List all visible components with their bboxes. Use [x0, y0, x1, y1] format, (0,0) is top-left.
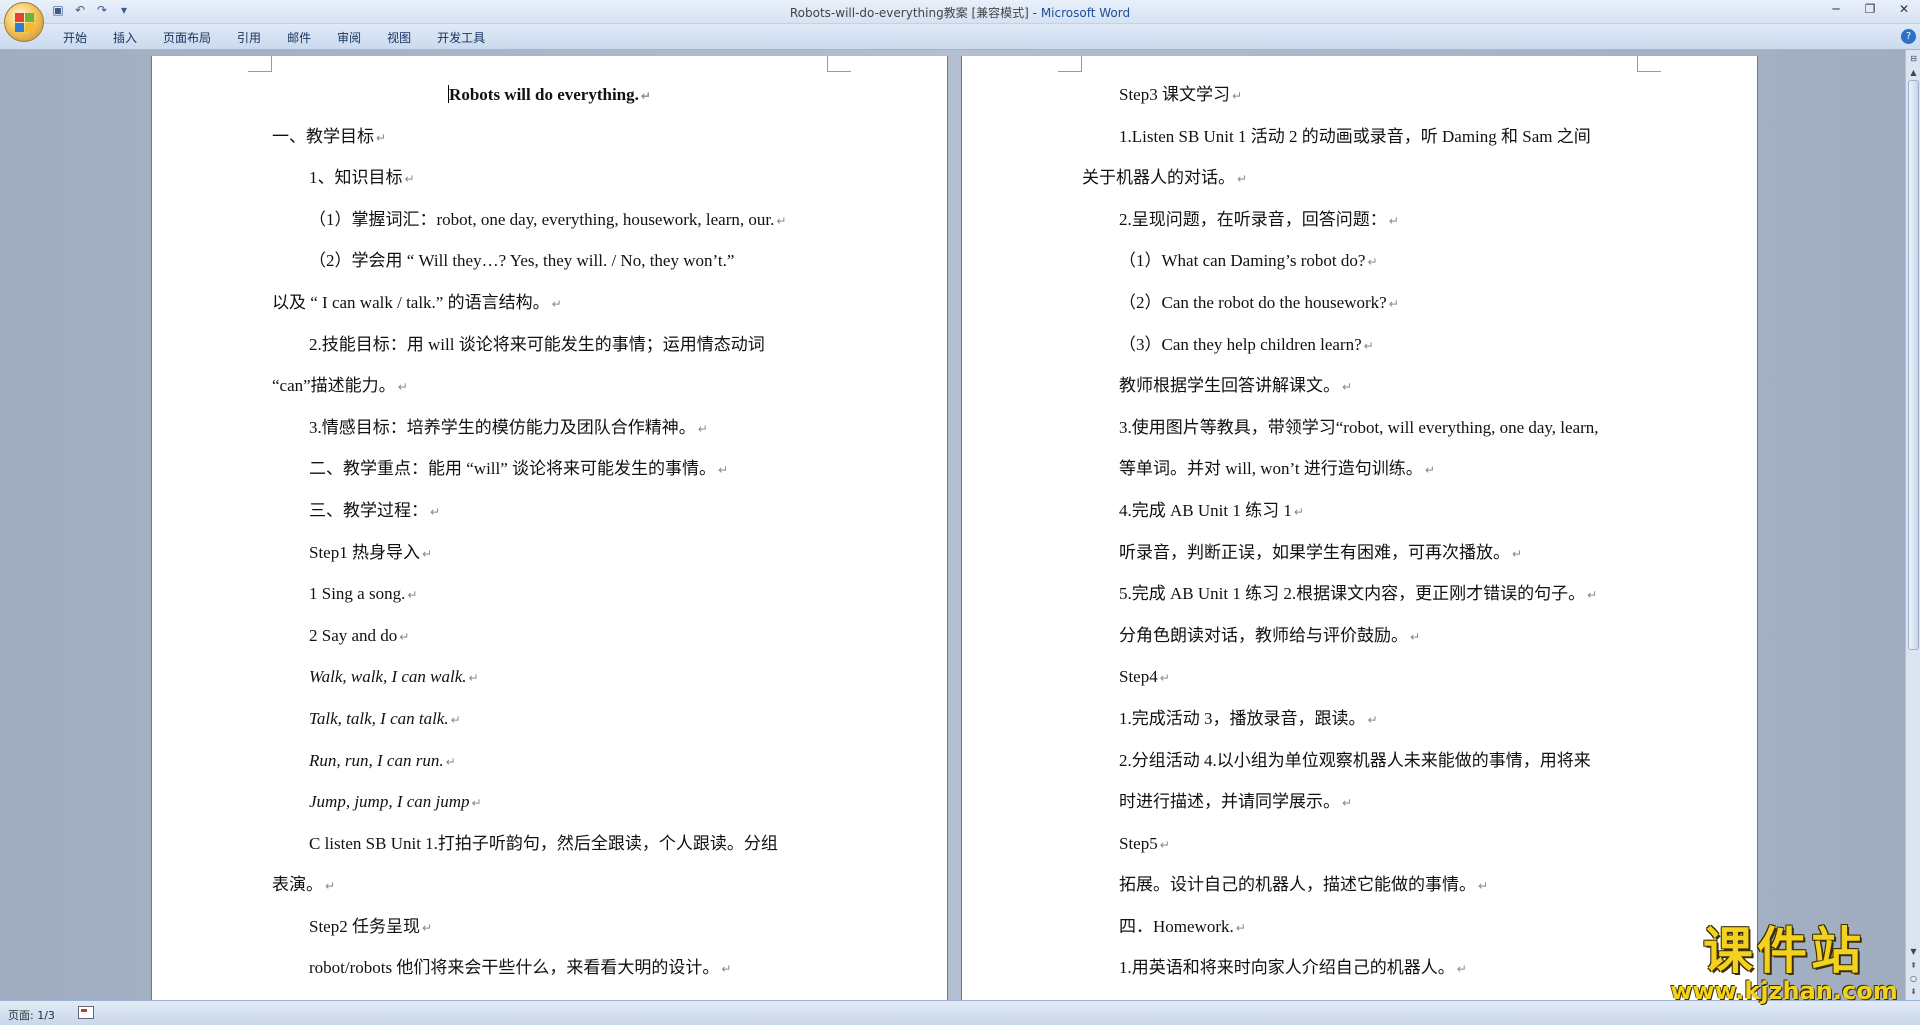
paragraph: 3.使用图片等教具，带领学习“robot, will everything, o… — [1119, 417, 1599, 437]
paragraph: 1、知识目标 ↵ — [309, 168, 415, 188]
paragraph: 1.完成活动 3，播放录音，跟读。 ↵ — [1119, 708, 1378, 728]
close-icon[interactable]: ✕ — [1894, 2, 1914, 16]
app-name: Microsoft Word — [1040, 6, 1131, 20]
page-content[interactable]: Robots will do everything. ↵ 一、教学目标 ↵ 1、知识… — [272, 74, 827, 989]
tab-developer[interactable]: 开发工具 — [424, 29, 498, 46]
page-content[interactable]: Step3 课文学习 ↵ 1.Listen SB Unit 1 活动 2 的动画或… — [1082, 74, 1637, 989]
page-2[interactable]: Step3 课文学习 ↵ 1.Listen SB Unit 1 活动 2 的动画或… — [962, 56, 1757, 1000]
paragraph: 表演。 ↵ — [272, 875, 336, 895]
paragraph: Step2 任务呈现 ↵ — [309, 916, 433, 936]
tab-view[interactable]: 视图 — [374, 29, 424, 46]
paragraph: 5.完成 AB Unit 1 练习 2.根据课文内容，更正刚才错误的句子。 ↵ — [1119, 584, 1598, 604]
paragraph: C listen SB Unit 1.打拍子听韵句，然后全跟读，个人跟读。分组 — [309, 833, 778, 853]
page-1[interactable]: Robots will do everything. ↵ 一、教学目标 ↵ 1、知识… — [152, 56, 947, 1000]
document-title: Robots-will-do-everything教案 [兼容模式] - — [789, 6, 1041, 20]
paragraph: 三、教学过程： ↵ — [309, 500, 441, 520]
paragraph: 时进行描述，并请同学展示。 ↵ — [1119, 792, 1353, 812]
office-button[interactable] — [4, 2, 44, 42]
tab-insert[interactable]: 插入 — [100, 29, 150, 46]
paragraph: Run, run, I can run. ↵ — [309, 750, 456, 770]
paragraph-mark-icon: ↵ — [640, 89, 651, 103]
browse-object-icon[interactable]: ○ — [1907, 972, 1920, 986]
paragraph: 2.呈现问题，在听录音，回答问题： ↵ — [1119, 209, 1399, 229]
title-bar: ▣ ↶ ↷ ▾ Robots-will-do-everything教案 [兼容模… — [0, 0, 1920, 42]
scroll-thumb[interactable] — [1908, 80, 1919, 650]
paragraph: 4.完成 AB Unit 1 练习 1 ↵ — [1119, 500, 1304, 520]
margin-corner-mark — [1058, 56, 1082, 72]
document-heading: Robots will do everything. ↵ — [448, 85, 651, 104]
maximize-icon[interactable]: ❐ — [1860, 2, 1880, 16]
window-controls: ─ ❐ ✕ — [1826, 2, 1914, 16]
ribbon: 开始 插入 页面布局 引用 邮件 审阅 视图 开发工具 ? — [0, 24, 1920, 50]
paragraph: Step5 ↵ — [1119, 833, 1170, 853]
tab-mailings[interactable]: 邮件 — [274, 29, 324, 46]
scroll-down-icon[interactable]: ▼ — [1907, 945, 1920, 959]
vertical-scrollbar[interactable]: ⊟ ▲ ▼ ⇞ ○ ⇟ — [1905, 50, 1920, 1000]
window-title: Robots-will-do-everything教案 [兼容模式] - Mic… — [0, 4, 1920, 21]
paragraph: Talk, talk, I can talk. ↵ — [309, 708, 461, 728]
paragraph: 1.用英语和将来时向家人介绍自己的机器人。 ↵ — [1119, 958, 1467, 978]
paragraph: （2）学会用 “ Will they…? Yes, they will. / N… — [309, 251, 735, 271]
paragraph: 3.情感目标：培养学生的模仿能力及团队合作精神。 ↵ — [309, 417, 708, 437]
watermark-main-text: 课件站 — [1703, 922, 1865, 980]
proofing-icon[interactable] — [78, 1006, 94, 1019]
paragraph: 分角色朗读对话，教师给与评价鼓励。 ↵ — [1119, 625, 1421, 645]
paragraph: 二、教学重点：能用 “will” 谈论将来可能发生的事情。 ↵ — [309, 459, 729, 479]
document-workspace: Robots will do everything. ↵ 一、教学目标 ↵ 1、知识… — [0, 50, 1905, 1000]
paragraph: （2）Can the robot do the housework? ↵ — [1119, 292, 1399, 312]
paragraph: 以及 “ I can walk / talk.” 的语言结构。 ↵ — [272, 292, 562, 312]
watermark-url: www.kjzhan.com — [1670, 977, 1898, 1005]
paragraph: Step3 课文学习 ↵ — [1119, 85, 1243, 104]
paragraph: 1 Sing a song. ↵ — [309, 584, 418, 604]
paragraph: 等单词。并对 will, won’t 进行造句训练。 ↵ — [1119, 459, 1435, 479]
paragraph: robot/robots 他们将来会干些什么，来看看大明的设计。 ↵ — [309, 958, 732, 978]
paragraph: （3）Can they help children learn? ↵ — [1119, 334, 1374, 354]
paragraph: 拓展。设计自己的机器人，描述它能做的事情。 ↵ — [1119, 875, 1489, 895]
paragraph: 1.Listen SB Unit 1 活动 2 的动画或录音，听 Daming … — [1119, 126, 1591, 146]
tab-page-layout[interactable]: 页面布局 — [150, 29, 224, 46]
site-watermark-logo: 课件站 www.kjzhan.com — [1668, 924, 1900, 1004]
paragraph: 2.技能目标：用 will 谈论将来可能发生的事情；运用情态动词 — [309, 334, 765, 354]
paragraph: （1）掌握词汇：robot, one day, everything, hous… — [309, 209, 787, 229]
ruler-toggle-icon[interactable]: ⊟ — [1907, 52, 1920, 66]
margin-corner-mark — [827, 56, 851, 72]
help-icon[interactable]: ? — [1901, 29, 1916, 44]
status-bar: 页面: 1/3 — [0, 1000, 1920, 1025]
paragraph: Step4 ↵ — [1119, 667, 1170, 687]
paragraph: 四．Homework. ↵ — [1119, 916, 1246, 936]
office-logo-icon — [15, 13, 35, 33]
tab-references[interactable]: 引用 — [224, 29, 274, 46]
paragraph: 2 Say and do ↵ — [309, 625, 410, 645]
ribbon-tabs: 开始 插入 页面布局 引用 邮件 审阅 视图 开发工具 — [50, 29, 498, 46]
minimize-icon[interactable]: ─ — [1826, 2, 1846, 16]
paragraph: 2.分组活动 4.以小组为单位观察机器人未来能做的事情，用将来 — [1119, 750, 1591, 770]
tab-home[interactable]: 开始 — [50, 29, 100, 46]
scroll-up-icon[interactable]: ▲ — [1907, 66, 1920, 80]
margin-corner-mark — [248, 56, 272, 72]
next-page-icon[interactable]: ⇟ — [1907, 985, 1920, 999]
paragraph: “can”描述能力。 ↵ — [272, 376, 408, 396]
paragraph: 教师根据学生回答讲解课文。 ↵ — [1119, 376, 1353, 396]
previous-page-icon[interactable]: ⇞ — [1907, 959, 1920, 973]
tab-review[interactable]: 审阅 — [324, 29, 374, 46]
paragraph: 一、教学目标 ↵ — [272, 126, 387, 146]
paragraph: Jump, jump, I can jump ↵ — [309, 792, 482, 812]
paragraph: （1）What can Daming’s robot do? ↵ — [1119, 251, 1378, 271]
paragraph: 关于机器人的对话。 ↵ — [1082, 168, 1248, 188]
page-count[interactable]: 页面: 1/3 — [8, 1007, 55, 1023]
margin-corner-mark — [1637, 56, 1661, 72]
paragraph: Walk, walk, I can walk. ↵ — [309, 667, 479, 687]
paragraph: 听录音，判断正误，如果学生有困难，可再次播放。 ↵ — [1119, 542, 1523, 562]
paragraph: Step1 热身导入 ↵ — [309, 542, 433, 562]
